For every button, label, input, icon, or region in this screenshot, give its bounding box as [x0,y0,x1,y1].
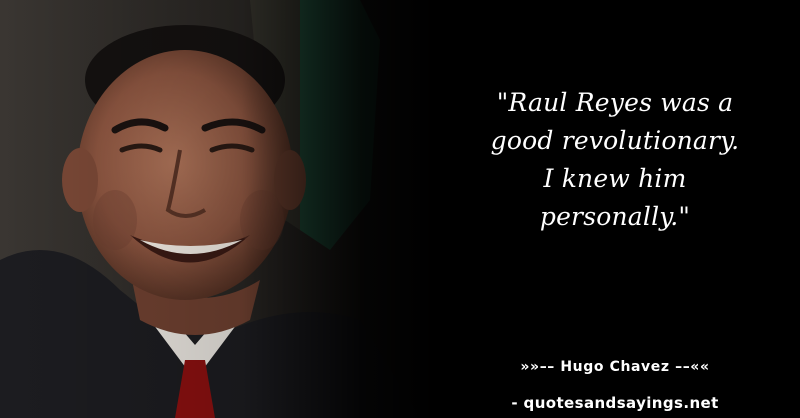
quote-area: "Raul Reyes was a good revolutionary. I … [430,0,800,418]
author-attribution: »»–– Hugo Chavez ––«« [520,359,710,375]
quote-line: I knew him [543,164,687,193]
quote-line: good revolutionary. [490,126,740,155]
quote-line: personally." [539,202,691,231]
quote-line: "Raul Reyes was a [496,88,734,117]
source-watermark: - quotesandsayings.net [511,394,719,412]
quote-text: "Raul Reyes was a good revolutionary. I … [430,84,800,236]
portrait-photo [0,0,440,418]
quote-card: "Raul Reyes was a good revolutionary. I … [0,0,800,418]
